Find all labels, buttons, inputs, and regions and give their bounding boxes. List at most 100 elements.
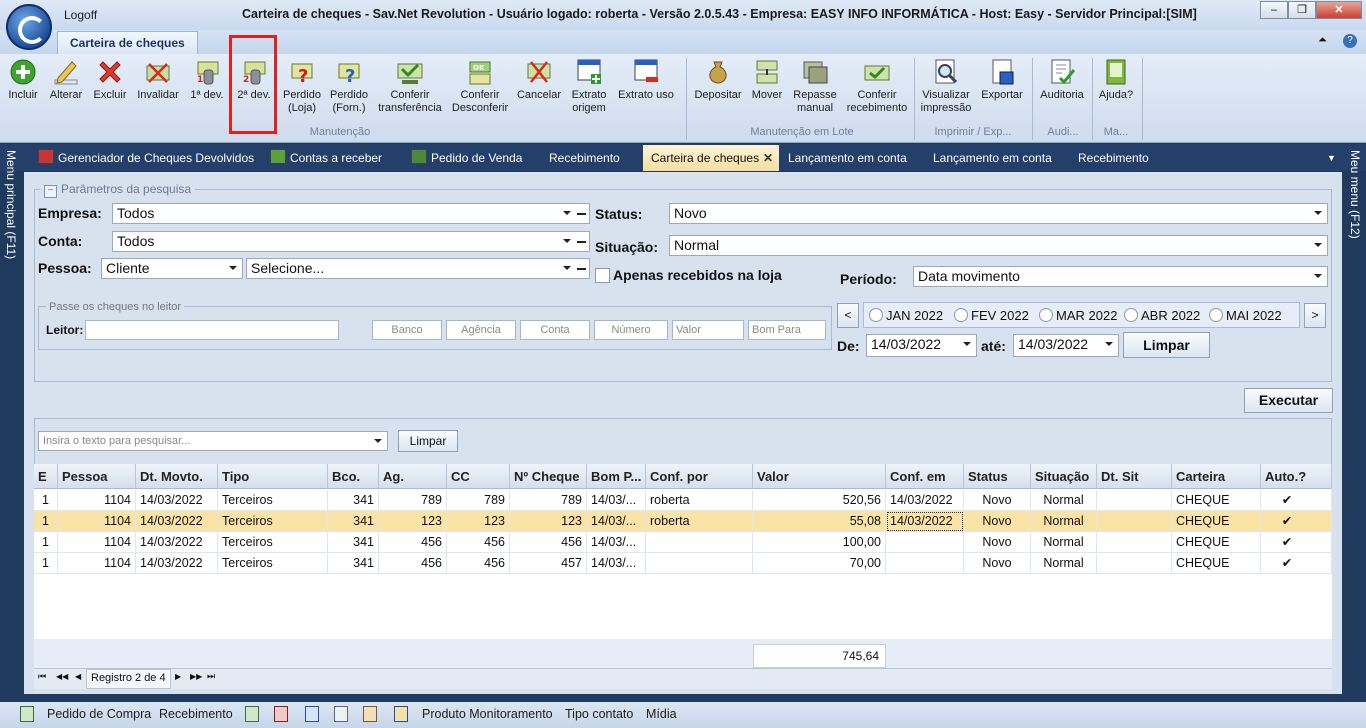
recebimento-link[interactable]: Recebimento	[159, 707, 233, 721]
ate-date-field[interactable]: 14/03/2022	[1013, 334, 1119, 357]
spreadsheet-icon[interactable]	[245, 706, 259, 722]
prev-month-button[interactable]: <	[837, 303, 859, 328]
auto-checkbox[interactable]: ✔	[1261, 511, 1332, 532]
month-mar[interactable]: MAR 2022	[1039, 308, 1117, 323]
produto-monitoramento-link[interactable]: Produto Monitoramento	[422, 707, 553, 721]
column-header[interactable]: Situação	[1031, 464, 1097, 489]
table-row[interactable]: 1 1104 14/03/2022 Terceiros 341 456 456 456 14/0…	[34, 532, 1332, 553]
logoff-link[interactable]: Logoff	[64, 8, 97, 22]
excluir-button[interactable]: Excluir	[92, 58, 128, 102]
limpar-dates-button[interactable]: Limpar	[1123, 332, 1210, 358]
tab-recebimento[interactable]: Recebimento	[549, 146, 620, 170]
empresa-select[interactable]: Todos	[112, 203, 590, 224]
column-header[interactable]: Bco.	[328, 464, 379, 489]
month-fev[interactable]: FEV 2022	[954, 308, 1029, 323]
pessoa-type-select[interactable]: Cliente	[101, 258, 243, 279]
table-row[interactable]: 1 1104 14/03/2022 Terceiros 341 123 123 123 14/0…	[34, 511, 1332, 532]
incluir-button[interactable]: Incluir	[6, 58, 40, 102]
midia-link[interactable]: Mídia	[646, 707, 677, 721]
monitor-icon[interactable]	[394, 706, 408, 722]
grid-limpar-button[interactable]: Limpar	[398, 430, 458, 452]
add-document-icon[interactable]	[305, 706, 319, 722]
column-header[interactable]: Bom P...	[587, 464, 646, 489]
executar-button[interactable]: Executar	[1244, 388, 1333, 413]
tab-contas-receber[interactable]: Contas a receber	[270, 146, 382, 170]
month-mai[interactable]: MAI 2022	[1209, 308, 1282, 323]
column-header[interactable]: Status	[964, 464, 1031, 489]
column-header[interactable]: CC	[447, 464, 510, 489]
tab-carteira-cheques[interactable]: Carteira de cheques ✕	[643, 145, 779, 171]
collapse-ribbon-icon[interactable]: ⏶	[1318, 34, 1327, 47]
de-date-field[interactable]: 14/03/2022	[866, 334, 977, 357]
leitor-input[interactable]	[85, 320, 339, 340]
auto-checkbox[interactable]: ✔	[1261, 532, 1332, 553]
column-header[interactable]: Dt. Sit	[1097, 464, 1172, 489]
tipo-contato-link[interactable]: Tipo contato	[565, 707, 633, 721]
column-header[interactable]: Dt. Movto.	[136, 464, 218, 489]
params-legend[interactable]: − Parâmetros da pesquisa	[40, 182, 196, 198]
nav-next-page-button[interactable]: ▶▶	[190, 672, 202, 681]
nav-next-button[interactable]: ▶	[175, 672, 181, 681]
clear-icon[interactable]	[577, 213, 586, 215]
column-header[interactable]: Carteira	[1172, 464, 1261, 489]
column-header[interactable]: Auto.?	[1261, 464, 1332, 489]
extrato-origem-button[interactable]: Extrato origem	[568, 58, 610, 115]
auto-checkbox[interactable]: ✔	[1261, 553, 1332, 574]
conferir-recebimento-button[interactable]: Conferir recebimento	[846, 58, 908, 115]
clear-icon[interactable]	[577, 268, 586, 270]
valor-input[interactable]: Valor	[672, 320, 744, 340]
depositar-button[interactable]: Depositar	[692, 58, 744, 102]
next-month-button[interactable]: >	[1304, 303, 1326, 328]
column-header[interactable]: Conf. por	[646, 464, 753, 489]
column-header[interactable]: Conf. em	[886, 464, 964, 489]
restore-button[interactable]: ❐	[1288, 1, 1316, 19]
column-header[interactable]: Nº Cheque	[510, 464, 587, 489]
ajuda-button[interactable]: Ajuda?	[1096, 58, 1136, 102]
table-row[interactable]: 1 1104 14/03/2022 Terceiros 341 456 456 457 14/0…	[34, 553, 1332, 574]
tab-list-dropdown-icon[interactable]: ▼	[1327, 146, 1336, 170]
banco-input[interactable]: Banco	[372, 320, 442, 340]
situacao-select[interactable]: Normal	[669, 235, 1328, 256]
help-icon[interactable]: ?	[1343, 34, 1357, 48]
pessoa-select[interactable]: Selecione...	[246, 258, 590, 279]
close-tab-icon[interactable]: ✕	[763, 145, 773, 171]
conta-select[interactable]: Todos	[112, 231, 590, 252]
alterar-button[interactable]: Alterar	[48, 58, 84, 102]
users-icon[interactable]	[363, 706, 377, 722]
column-header[interactable]: Tipo	[218, 464, 328, 489]
conferir-desconferir-button[interactable]: OK Conferir Desconferir	[450, 58, 510, 115]
tab-lancamento-conta-2[interactable]: Lançamento em conta	[933, 146, 1052, 170]
nav-first-button[interactable]: ⏮	[38, 671, 48, 682]
mover-button[interactable]: Mover	[750, 58, 784, 102]
primeira-dev-button[interactable]: 1 1ª dev.	[188, 58, 226, 102]
document-icon[interactable]	[334, 706, 348, 722]
nav-prev-button[interactable]: ◀	[75, 672, 81, 681]
column-header[interactable]: Pessoa	[58, 464, 136, 489]
cancelar-button[interactable]: Cancelar	[516, 58, 562, 102]
status-select[interactable]: Novo	[669, 203, 1328, 224]
perdido-forn-button[interactable]: ? Perdido (Forn.)	[328, 58, 370, 115]
minimize-button[interactable]: –	[1260, 1, 1288, 19]
pedido-compra-link[interactable]: Pedido de Compra	[47, 707, 151, 721]
exportar-button[interactable]: Exportar	[978, 58, 1026, 102]
repasse-manual-button[interactable]: Repasse manual	[792, 58, 838, 115]
invalidar-button[interactable]: Invalidar	[134, 58, 182, 102]
auto-checkbox[interactable]: ✔	[1261, 490, 1332, 511]
column-header[interactable]: Ag.	[379, 464, 447, 489]
grid-search-input[interactable]: Insira o texto para pesquisar...	[38, 431, 388, 451]
periodo-select[interactable]: Data movimento	[913, 266, 1328, 287]
close-button[interactable]: ✕	[1316, 1, 1362, 19]
bom-para-input[interactable]: Bom Para	[748, 320, 826, 340]
perdido-loja-button[interactable]: ? Perdido (Loja)	[280, 58, 324, 115]
column-header[interactable]: E	[34, 464, 58, 489]
meu-menu[interactable]: Meu menu (F12)	[1348, 150, 1362, 239]
tab-recebimento-2[interactable]: Recebimento	[1078, 146, 1149, 170]
tab-pedido-venda[interactable]: Pedido de Venda	[411, 146, 522, 170]
month-jan[interactable]: JAN 2022	[869, 308, 943, 323]
clear-icon[interactable]	[577, 241, 586, 243]
menu-principal[interactable]: Menu principal (F11)	[4, 150, 18, 259]
month-abr[interactable]: ABR 2022	[1124, 308, 1200, 323]
nav-prev-page-button[interactable]: ◀◀	[56, 672, 68, 681]
ribbon-tab-carteira[interactable]: Carteira de cheques	[57, 31, 198, 55]
conta-input[interactable]: Conta	[520, 320, 590, 340]
